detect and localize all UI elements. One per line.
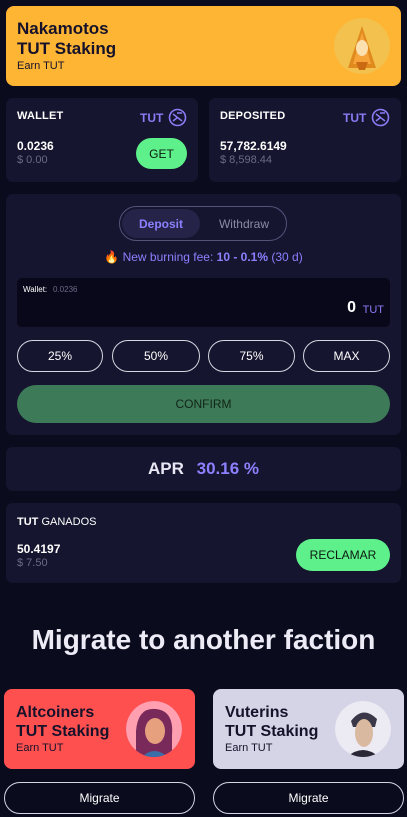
faction-subtitle: Earn TUT <box>225 742 273 754</box>
vuterins-avatar <box>335 701 391 757</box>
faction-title-line2: TUT Staking <box>16 723 110 740</box>
deposited-amount: 57,782.6149 <box>220 139 287 153</box>
pct-75-button[interactable]: 75% <box>208 340 295 372</box>
deposit-withdraw-tabs: Deposit Withdraw <box>119 206 287 241</box>
header-subtitle: Earn TUT <box>17 60 65 72</box>
max-button[interactable]: MAX <box>303 340 390 372</box>
faction-title-line2: TUT Staking <box>225 723 319 740</box>
deposited-card: DEPOSITED TUT 57,782.6149 $ 8,598.44 <box>209 98 401 182</box>
header-title-line1: Nakamotos <box>17 19 109 38</box>
wallet-amount: 0.0236 <box>17 139 54 153</box>
faction-card-altcoiners[interactable]: Altcoiners TUT Staking Earn TUT <box>4 689 195 769</box>
burning-fee-notice: 🔥 New burning fee: 10 - 0.1% (30 d) <box>6 250 401 264</box>
pct-50-button[interactable]: 50% <box>112 340 200 372</box>
tab-withdraw[interactable]: Withdraw <box>204 209 284 238</box>
input-wallet-label: Wallet: <box>23 285 48 294</box>
input-unit: TUT <box>362 304 384 316</box>
confirm-button[interactable]: CONFIRM <box>17 385 390 423</box>
apr-card: APR 30.16 % <box>6 447 401 491</box>
wallet-token: TUT <box>140 111 164 125</box>
deposited-usd: $ 8,598.44 <box>220 154 272 166</box>
fire-icon: 🔥 <box>104 250 120 264</box>
earned-token: TUT <box>17 516 39 528</box>
earned-header: TUT GANADOS <box>17 516 96 528</box>
apr-line: APR 30.16 % <box>6 459 401 479</box>
token-logo-icon <box>371 108 390 127</box>
earned-usd: $ 7.50 <box>17 557 48 569</box>
apr-label: APR <box>147 459 184 478</box>
input-wallet-balance: 0.0236 <box>53 285 78 294</box>
stake-panel: Deposit Withdraw 🔥 New burning fee: 10 -… <box>6 194 401 435</box>
deposited-token: TUT <box>343 111 367 125</box>
get-button[interactable]: GET <box>136 138 187 169</box>
input-value[interactable]: 0 <box>347 299 356 317</box>
faction-card-vuterins[interactable]: Vuterins TUT Staking Earn TUT <box>213 689 404 769</box>
wallet-usd: $ 0.00 <box>17 154 48 166</box>
altcoiners-avatar <box>126 701 182 757</box>
earned-label: GANADOS <box>41 516 97 528</box>
tab-deposit[interactable]: Deposit <box>122 209 200 238</box>
faction-title-line1: Vuterins <box>225 704 289 721</box>
deposited-label: DEPOSITED <box>220 110 286 122</box>
nakamotos-avatar <box>334 18 390 74</box>
claim-button[interactable]: RECLAMAR <box>296 539 390 571</box>
header-title-line2: TUT Staking <box>17 39 117 58</box>
fee-value: 10 - 0.1% <box>216 250 269 264</box>
wallet-label: WALLET <box>17 110 64 122</box>
migrate-button-altcoiners[interactable]: Migrate <box>4 782 195 814</box>
faction-title-line1: Altcoiners <box>16 704 95 721</box>
wallet-card: WALLET TUT 0.0236 $ 0.00 GET <box>6 98 198 182</box>
faction-header: Nakamotos TUT Staking Earn TUT <box>6 6 401 86</box>
faction-subtitle: Earn TUT <box>16 742 64 754</box>
earned-amount: 50.4197 <box>17 542 61 556</box>
apr-value: 30.16 % <box>196 459 260 478</box>
pct-25-button[interactable]: 25% <box>17 340 103 372</box>
earned-card: TUT GANADOS 50.4197 $ 7.50 RECLAMAR <box>6 503 401 583</box>
token-logo-icon <box>168 108 187 127</box>
amount-input[interactable]: Wallet: 0.0236 0 TUT <box>17 278 390 327</box>
fee-prefix: New burning fee: <box>122 250 214 264</box>
fee-suffix: (30 d) <box>271 250 303 264</box>
migrate-title: Migrate to another faction <box>31 624 376 655</box>
migrate-button-vuterins[interactable]: Migrate <box>213 782 404 814</box>
